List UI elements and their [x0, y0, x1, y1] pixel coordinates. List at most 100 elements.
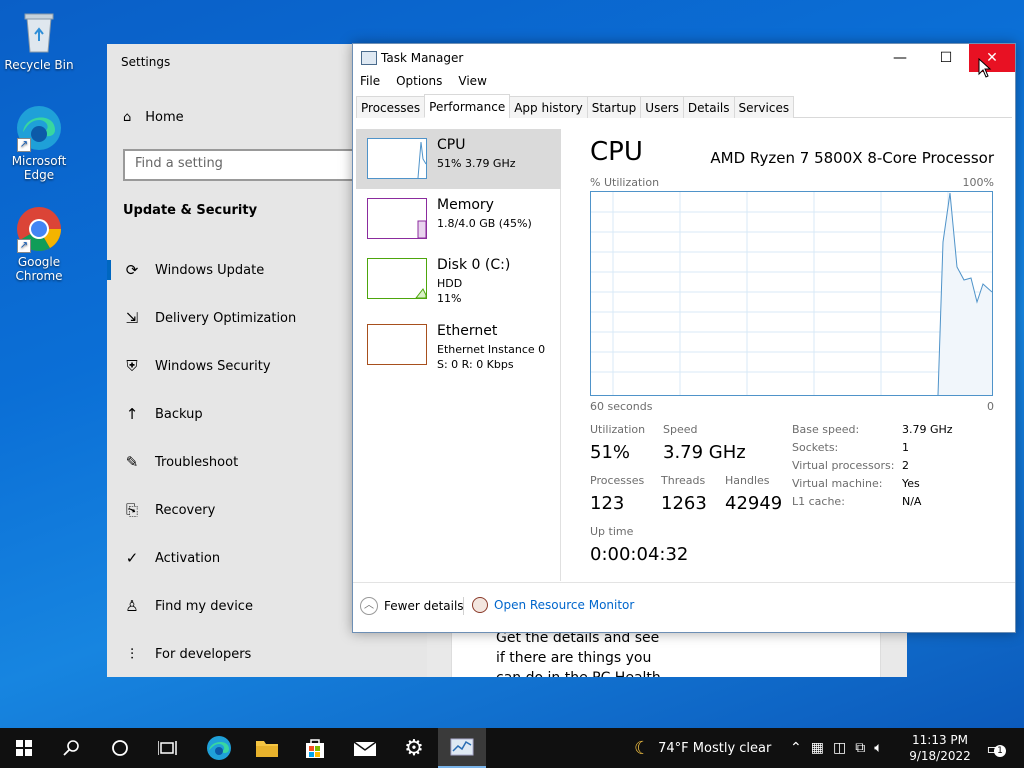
- max-axis-label: 100%: [962, 176, 994, 189]
- resource-detail: 1.8/4.0 GB (45%): [437, 217, 532, 230]
- handles-label: Handles: [725, 474, 770, 487]
- memory-thumbnail: [367, 198, 427, 239]
- cortana-button[interactable]: [96, 728, 144, 768]
- threads-label: Threads: [661, 474, 706, 487]
- camera-icon[interactable]: ◫: [833, 740, 846, 756]
- refresh-icon: ⟳: [125, 261, 139, 279]
- taskbar-mail[interactable]: [341, 728, 389, 768]
- close-button[interactable]: ✕: [969, 44, 1015, 72]
- tm-titlebar[interactable]: Task Manager — ☐ ✕: [353, 44, 1015, 74]
- detail-value: 1: [902, 441, 909, 454]
- processes-label: Processes: [590, 474, 645, 487]
- taskbar-store[interactable]: [291, 728, 339, 768]
- menu-view[interactable]: View: [458, 74, 486, 94]
- processes-value: 123: [590, 493, 625, 514]
- desktop-icon-recycle-bin[interactable]: Recycle Bin: [4, 8, 74, 72]
- resource-cpu[interactable]: CPU 51% 3.79 GHz: [356, 129, 561, 189]
- taskbar-task-manager[interactable]: [438, 728, 486, 768]
- fewer-details-button[interactable]: ︿ Fewer details: [360, 597, 464, 615]
- resource-detail: S: 0 R: 0 Kbps: [437, 358, 514, 371]
- utilization-axis-label: % Utilization: [590, 176, 660, 189]
- delivery-icon: ⇲: [125, 309, 139, 327]
- notification-count: 1: [994, 745, 1006, 757]
- home-icon: ⌂: [123, 110, 132, 125]
- resource-detail: HDD: [437, 277, 463, 290]
- tab-performance[interactable]: Performance: [424, 94, 511, 118]
- handles-value: 42949: [725, 493, 783, 514]
- nav-label: Delivery Optimization: [155, 310, 297, 326]
- edge-icon: [207, 736, 231, 760]
- desktop-icon-label: Google Chrome: [15, 255, 63, 283]
- minimize-button[interactable]: —: [877, 44, 923, 72]
- tab-startup[interactable]: Startup: [586, 96, 642, 118]
- network-icon[interactable]: ⧉: [855, 740, 865, 756]
- desktop-icon-chrome[interactable]: ↗ Google Chrome: [4, 205, 74, 283]
- taskbar-settings[interactable]: ⚙: [390, 728, 438, 768]
- weather-widget[interactable]: ☾ 74°F Mostly clear: [634, 728, 771, 768]
- fewer-details-label: Fewer details: [384, 599, 464, 613]
- desktop-icon-label: Recycle Bin: [4, 58, 74, 72]
- threads-value: 1263: [661, 493, 707, 514]
- shortcut-arrow-icon: ↗: [17, 239, 31, 253]
- resource-name: Ethernet: [437, 323, 498, 339]
- clock[interactable]: 11:13 PM 9/18/2022: [909, 728, 971, 768]
- chevron-up-icon[interactable]: ⌃: [790, 740, 802, 756]
- tab-details[interactable]: Details: [682, 96, 735, 118]
- check-circle-icon: ✓: [125, 549, 139, 567]
- cpu-utilization-graph: [590, 191, 993, 396]
- dev-icon: ⫶: [130, 645, 134, 663]
- footer-divider: [463, 597, 464, 615]
- settings-home-link[interactable]: ⌂ Home: [123, 110, 184, 125]
- tm-footer: ︿ Fewer details Open Resource Monitor: [353, 582, 1015, 632]
- detail-key: Virtual processors:: [792, 459, 895, 472]
- taskbar: ⚙ ☾ 74°F Mostly clear ⌃ ▦ ◫ ⧉ 🔈︎ 11:13 P…: [0, 728, 1024, 768]
- tab-processes[interactable]: Processes: [356, 96, 426, 118]
- menu-options[interactable]: Options: [396, 74, 442, 94]
- maximize-button[interactable]: ☐: [923, 44, 969, 72]
- desktop-icon-edge[interactable]: ↗ Microsoft Edge: [4, 104, 74, 182]
- card-line: can do in the PC Health: [496, 668, 716, 677]
- folder-icon: [256, 741, 278, 757]
- detail-key: Base speed:: [792, 423, 860, 436]
- cortana-icon: [112, 740, 128, 756]
- taskbar-edge[interactable]: [195, 728, 243, 768]
- search-button[interactable]: [48, 728, 96, 768]
- tm-tabs: Processes Performance App history Startu…: [356, 94, 1012, 118]
- gear-icon: ⚙: [404, 735, 424, 761]
- time-axis-label: 60 seconds: [590, 400, 653, 413]
- resource-name: Disk 0 (C:): [437, 257, 511, 273]
- person-icon: ♙: [125, 597, 139, 615]
- nav-label: For developers: [155, 646, 252, 662]
- resource-detail: 11%: [437, 292, 462, 305]
- tab-app-history[interactable]: App history: [509, 96, 588, 118]
- resource-list: CPU 51% 3.79 GHz Memory 1.8/4.0 GB (45%)…: [356, 129, 561, 581]
- resource-name: CPU: [437, 137, 466, 153]
- task-view-button[interactable]: [144, 728, 192, 768]
- resource-memory[interactable]: Memory 1.8/4.0 GB (45%): [356, 189, 561, 249]
- volume-icon[interactable]: 🔈︎: [874, 740, 882, 756]
- nav-label: Find my device: [155, 598, 253, 614]
- resource-disk[interactable]: Disk 0 (C:) HDD 11%: [356, 249, 561, 309]
- taskbar-file-explorer[interactable]: [243, 728, 291, 768]
- open-resource-monitor-link[interactable]: Open Resource Monitor: [472, 597, 634, 613]
- utilization-value: 51%: [590, 442, 631, 463]
- recycle-bin-icon: [15, 8, 63, 56]
- speed-label: Speed: [663, 423, 698, 436]
- detail-value: Yes: [902, 477, 920, 490]
- tm-menubar: File Options View: [353, 74, 1015, 94]
- notification-center-button[interactable]: ▭ 1: [982, 728, 1006, 768]
- nav-label: Windows Security: [155, 358, 271, 374]
- keyboard-icon[interactable]: ▦: [811, 740, 824, 756]
- start-button[interactable]: [0, 728, 48, 768]
- detail-key: Sockets:: [792, 441, 839, 454]
- tab-users[interactable]: Users: [640, 96, 684, 118]
- resource-ethernet[interactable]: Ethernet Ethernet Instance 0 S: 0 R: 0 K…: [356, 315, 561, 375]
- shield-icon: ⛨: [126, 357, 138, 375]
- resource-name: Memory: [437, 197, 494, 213]
- nav-item-for-developers[interactable]: ⫶ For developers: [107, 630, 427, 677]
- mail-icon: [353, 741, 377, 756]
- weather-text: 74°F Mostly clear: [658, 740, 772, 756]
- menu-file[interactable]: File: [360, 74, 380, 94]
- tab-services[interactable]: Services: [733, 96, 795, 118]
- speed-value: 3.79 GHz: [663, 442, 746, 463]
